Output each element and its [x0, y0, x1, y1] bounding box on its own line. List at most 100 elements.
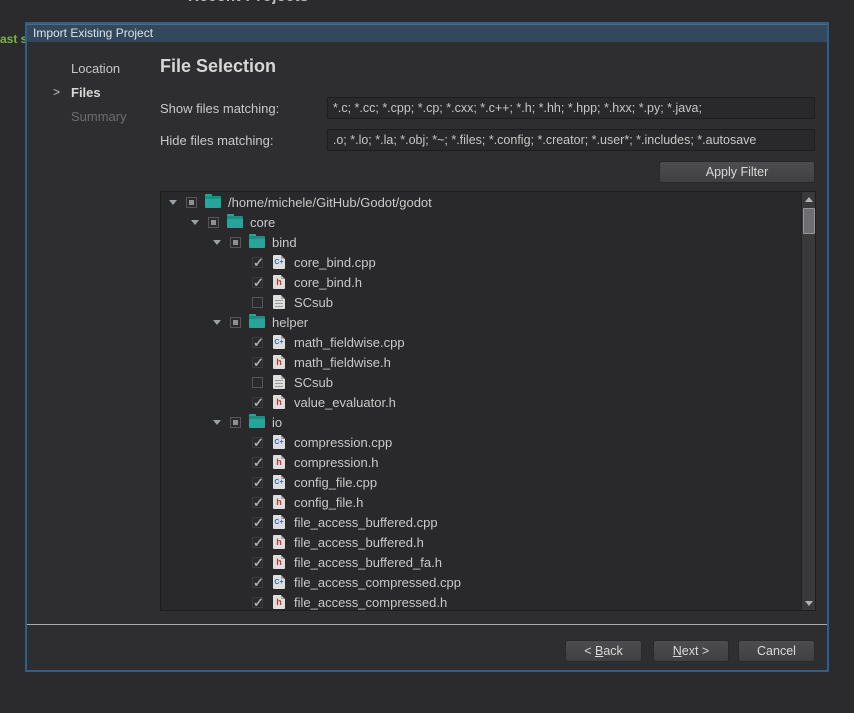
file-name: compression.h: [294, 455, 379, 470]
checkbox-unchecked[interactable]: [252, 297, 263, 308]
checkbox-checked[interactable]: [252, 557, 263, 568]
icon-wrap: [271, 335, 287, 349]
tree-row: compression.cpp: [161, 432, 802, 452]
scrollbar-thumb[interactable]: [803, 208, 815, 234]
tree-row: file_access_buffered.cpp: [161, 512, 802, 532]
folder-icon: [249, 236, 265, 248]
file-name: SCsub: [294, 375, 333, 390]
expander-arrow-icon[interactable]: [190, 217, 200, 227]
apply-filter-button[interactable]: Apply Filter: [659, 161, 815, 183]
tree-row: /home/michele/GitHub/Godot/godot: [161, 192, 802, 212]
expander-arrow-icon[interactable]: [168, 197, 178, 207]
checkbox-checked[interactable]: [252, 337, 263, 348]
tree-row: config_file.cpp: [161, 472, 802, 492]
checkbox-checked[interactable]: [252, 537, 263, 548]
file-name: file_access_compressed.h: [294, 595, 447, 610]
tree-row: math_fieldwise.cpp: [161, 332, 802, 352]
icon-wrap: [271, 395, 287, 409]
header-file-icon: [273, 455, 285, 469]
icon-wrap: [271, 295, 287, 309]
tree-row: core_bind.cpp: [161, 252, 802, 272]
tree-scrollbar[interactable]: [801, 192, 815, 610]
checkbox-checked[interactable]: [252, 517, 263, 528]
icon-wrap: [271, 555, 287, 569]
header-file-icon: [273, 395, 285, 409]
icon-wrap: [271, 275, 287, 289]
file-name: helper: [272, 315, 308, 330]
wizard-step-files: Files: [71, 85, 101, 100]
tree-row: bind: [161, 232, 802, 252]
file-name: math_fieldwise.h: [294, 355, 391, 370]
icon-wrap: [205, 196, 221, 208]
checkbox-checked[interactable]: [252, 357, 263, 368]
checkbox-partial[interactable]: [230, 417, 241, 428]
hide-files-matching-input[interactable]: [327, 129, 815, 151]
import-existing-project-dialog: Import Existing Project Location > Files…: [25, 22, 829, 672]
header-file-icon: [273, 495, 285, 509]
file-name: core_bind.h: [294, 275, 362, 290]
checkbox-unchecked[interactable]: [252, 377, 263, 388]
file-name: file_access_buffered_fa.h: [294, 555, 442, 570]
footer-separator: [27, 624, 827, 625]
checkbox-checked[interactable]: [252, 497, 263, 508]
folder-icon: [227, 216, 243, 228]
back-button[interactable]: < Back: [565, 640, 642, 662]
checkbox-checked[interactable]: [252, 477, 263, 488]
checkbox-checked[interactable]: [252, 597, 263, 608]
show-files-matching-input[interactable]: [327, 97, 815, 119]
background-clipped-text: ast s: [0, 32, 27, 46]
file-name: core_bind.cpp: [294, 255, 376, 270]
checkbox-checked[interactable]: [252, 277, 263, 288]
expander-arrow-icon[interactable]: [212, 317, 222, 327]
checkbox-checked[interactable]: [252, 397, 263, 408]
folder-icon: [249, 316, 265, 328]
tree-row: file_access_compressed.cpp: [161, 572, 802, 592]
file-name: config_file.cpp: [294, 475, 377, 490]
icon-wrap: [271, 435, 287, 449]
icon-wrap: [249, 316, 265, 328]
checkbox-checked[interactable]: [252, 577, 263, 588]
current-step-chevron-icon: >: [53, 85, 60, 99]
cancel-button[interactable]: Cancel: [738, 640, 815, 662]
expander-arrow-icon[interactable]: [212, 237, 222, 247]
tree-row: file_access_buffered_fa.h: [161, 552, 802, 572]
icon-wrap: [271, 255, 287, 269]
checkbox-partial[interactable]: [230, 317, 241, 328]
checkbox-partial[interactable]: [186, 197, 197, 208]
scroll-up-icon[interactable]: [802, 192, 816, 206]
file-name: core: [250, 215, 275, 230]
next-button[interactable]: Next >: [653, 640, 729, 662]
tree-row: file_access_buffered.h: [161, 532, 802, 552]
wizard-step-summary: Summary: [71, 109, 127, 124]
file-name: SCsub: [294, 295, 333, 310]
tree-row: math_fieldwise.h: [161, 352, 802, 372]
file-name: file_access_compressed.cpp: [294, 575, 461, 590]
checkbox-checked[interactable]: [252, 257, 263, 268]
header-file-icon: [273, 275, 285, 289]
icon-wrap: [271, 595, 287, 609]
icon-wrap: [271, 455, 287, 469]
checkbox-checked[interactable]: [252, 437, 263, 448]
tree-row: helper: [161, 312, 802, 332]
file-name: math_fieldwise.cpp: [294, 335, 405, 350]
icon-wrap: [249, 416, 265, 428]
file-tree: /home/michele/GitHub/Godot/godot core bind…: [160, 191, 816, 611]
tree-row: SCsub: [161, 292, 802, 312]
file-name: compression.cpp: [294, 435, 392, 450]
file-name: /home/michele/GitHub/Godot/godot: [228, 195, 432, 210]
icon-wrap: [271, 575, 287, 589]
checkbox-partial[interactable]: [230, 237, 241, 248]
cpp-file-icon: [273, 335, 285, 349]
icon-wrap: [271, 475, 287, 489]
checkbox-partial[interactable]: [208, 217, 219, 228]
checkbox-checked[interactable]: [252, 457, 263, 468]
header-file-icon: [273, 595, 285, 609]
dialog-title-bar[interactable]: Import Existing Project: [27, 24, 827, 42]
background-recent-projects-label: Recent Projects: [188, 0, 309, 5]
text-file-icon: [273, 375, 285, 389]
expander-arrow-icon[interactable]: [212, 417, 222, 427]
scroll-down-icon[interactable]: [802, 596, 816, 610]
cpp-file-icon: [273, 575, 285, 589]
folder-icon: [205, 196, 221, 208]
cpp-file-icon: [273, 255, 285, 269]
